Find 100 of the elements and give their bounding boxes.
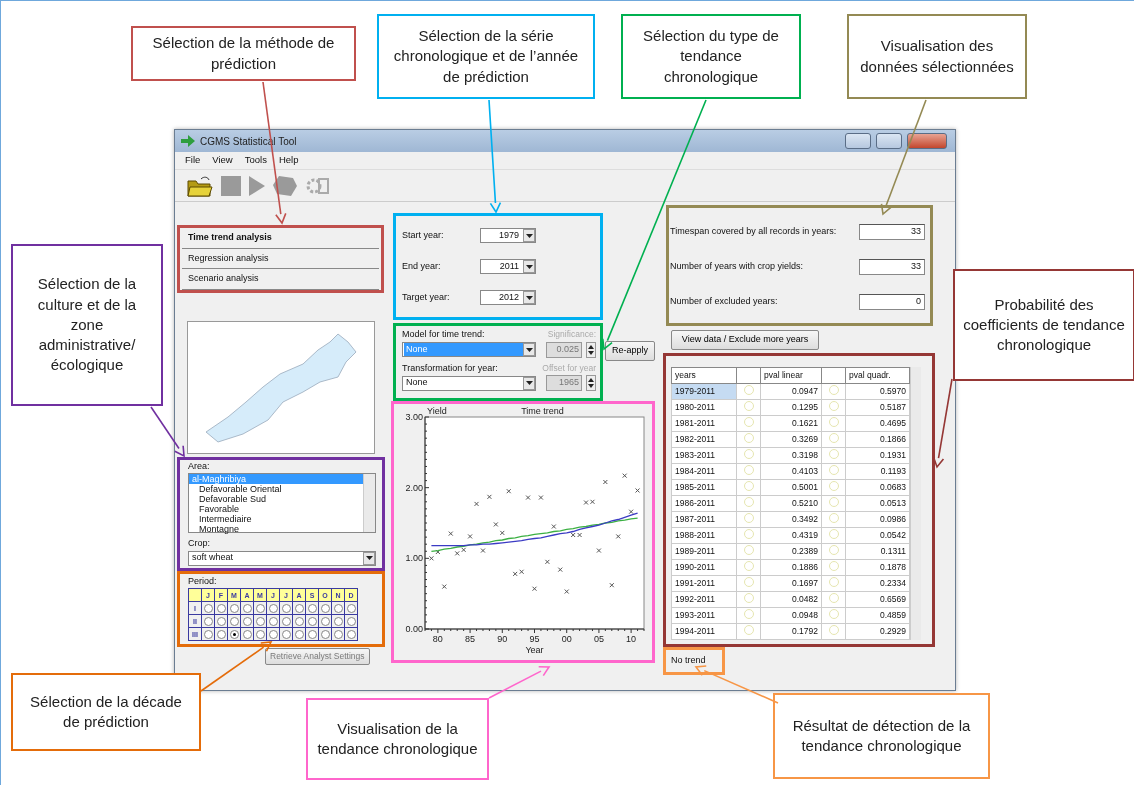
table-cell: 0.3198 bbox=[760, 447, 822, 464]
table-cell: 0.0683 bbox=[845, 479, 910, 496]
table-cell[interactable]: 1980-2011 bbox=[671, 399, 737, 416]
radio-button[interactable] bbox=[268, 604, 278, 614]
reapply-button[interactable]: Re-apply bbox=[605, 341, 656, 361]
radio-button[interactable] bbox=[203, 604, 213, 614]
radio-button[interactable] bbox=[268, 630, 278, 640]
radio-button[interactable] bbox=[255, 630, 265, 640]
table-cell[interactable]: 1987-2011 bbox=[671, 511, 737, 528]
radio-button[interactable] bbox=[320, 604, 330, 614]
menu-item[interactable]: Help bbox=[278, 153, 299, 168]
radio-button[interactable] bbox=[268, 617, 278, 627]
table-cell[interactable]: 1981-2011 bbox=[671, 415, 737, 432]
table-cell[interactable]: 1991-2011 bbox=[671, 575, 737, 592]
area-list-item[interactable]: Defavorable Oriental bbox=[189, 484, 363, 494]
table-cell[interactable]: 1989-2011 bbox=[671, 543, 737, 560]
data-point bbox=[480, 548, 486, 554]
area-list-item[interactable]: Defavorable Sud bbox=[189, 494, 363, 504]
radio-button[interactable] bbox=[281, 617, 291, 627]
scrollbar[interactable] bbox=[363, 474, 375, 532]
analysis-tab[interactable]: Scenario analysis bbox=[182, 269, 379, 290]
trend-dropdown[interactable]: None bbox=[402, 375, 536, 391]
data-point bbox=[538, 495, 544, 501]
area-list-item[interactable]: Favorable bbox=[189, 504, 363, 514]
stat-value-field: 33 bbox=[859, 258, 925, 275]
arrow-icon bbox=[181, 134, 195, 148]
menu-item[interactable]: Tools bbox=[244, 153, 267, 168]
analysis-tab[interactable]: Regression analysis bbox=[182, 248, 379, 269]
radio-button[interactable] bbox=[333, 617, 343, 627]
radio-button[interactable] bbox=[242, 617, 252, 627]
table-cell[interactable]: 1984-2011 bbox=[671, 463, 737, 480]
radio-button[interactable] bbox=[242, 604, 252, 614]
spinner-arrows-icon[interactable] bbox=[586, 375, 596, 391]
dropdown-value: None bbox=[406, 376, 428, 390]
radio-button[interactable] bbox=[320, 617, 330, 627]
radio-button[interactable] bbox=[203, 630, 213, 640]
radio-button[interactable] bbox=[216, 617, 226, 627]
radio-button[interactable] bbox=[216, 604, 226, 614]
table-cell[interactable]: 1983-2011 bbox=[671, 447, 737, 464]
radio-button[interactable] bbox=[307, 630, 317, 640]
radio-button[interactable] bbox=[307, 617, 317, 627]
view-data-button[interactable]: View data / Exclude more years bbox=[671, 330, 819, 350]
radio-button[interactable] bbox=[346, 604, 356, 614]
year-dropdown[interactable]: 2011 bbox=[480, 259, 536, 274]
analysis-tab[interactable]: Time trend analysis bbox=[182, 228, 379, 249]
table-cell[interactable]: 1990-2011 bbox=[671, 559, 737, 576]
area-list[interactable]: al-Maghribiya Defavorable Oriental Defavorable Sud Favorable Intermediaire Montagne bbox=[188, 473, 376, 533]
radio-button[interactable] bbox=[294, 604, 304, 614]
gear-icon[interactable] bbox=[305, 175, 329, 196]
radio-button[interactable] bbox=[346, 630, 356, 640]
radio-button[interactable] bbox=[203, 617, 213, 627]
hexagon-icon[interactable] bbox=[273, 175, 297, 196]
folder-icon[interactable] bbox=[187, 174, 213, 197]
radio-button[interactable] bbox=[320, 630, 330, 640]
close-button[interactable] bbox=[907, 133, 947, 149]
data-point bbox=[448, 531, 454, 537]
crop-dropdown[interactable]: soft wheat bbox=[188, 550, 376, 566]
radio-button[interactable] bbox=[229, 604, 239, 614]
data-point bbox=[609, 582, 615, 588]
year-dropdown[interactable]: 1979 bbox=[480, 228, 536, 243]
radio-button[interactable] bbox=[229, 617, 239, 627]
menu-item[interactable]: File bbox=[185, 153, 201, 168]
callout: Visualisation des données sélectionnées bbox=[847, 14, 1027, 99]
table-cell[interactable]: 1992-2011 bbox=[671, 591, 737, 608]
table-cell[interactable]: 1988-2011 bbox=[671, 527, 737, 544]
area-list-item[interactable]: Intermediaire bbox=[189, 514, 363, 524]
area-list-item[interactable]: Montagne bbox=[189, 524, 363, 534]
table-cell[interactable]: 1993-2011 bbox=[671, 607, 737, 624]
radio-button[interactable] bbox=[307, 604, 317, 614]
radio-button[interactable] bbox=[242, 630, 252, 640]
radio-button[interactable] bbox=[294, 617, 304, 627]
table-cell[interactable]: 1994-2011 bbox=[671, 623, 737, 640]
menu-item[interactable]: View bbox=[212, 153, 233, 168]
radio-button[interactable] bbox=[346, 617, 356, 627]
scrollbar[interactable] bbox=[910, 367, 921, 640]
data-point bbox=[628, 509, 634, 515]
table-cell[interactable]: 1982-2011 bbox=[671, 431, 737, 448]
radio-button[interactable] bbox=[229, 630, 239, 640]
table-cell[interactable]: 1985-2011 bbox=[671, 479, 737, 496]
minimize-button[interactable] bbox=[845, 133, 871, 149]
radio-button[interactable] bbox=[255, 617, 265, 627]
x-tick-label: 05 bbox=[593, 634, 604, 644]
square-icon[interactable] bbox=[221, 175, 241, 196]
triangle-icon[interactable] bbox=[249, 175, 265, 196]
data-point bbox=[622, 473, 628, 479]
data-point bbox=[474, 501, 480, 507]
spinner-arrows-icon[interactable] bbox=[586, 341, 596, 358]
radio-button[interactable] bbox=[216, 630, 226, 640]
table-cell[interactable]: 1986-2011 bbox=[671, 495, 737, 512]
year-value: 1979 bbox=[498, 228, 519, 242]
radio-button[interactable] bbox=[255, 604, 265, 614]
data-point bbox=[602, 479, 608, 485]
radio-button[interactable] bbox=[333, 604, 343, 614]
radio-button[interactable] bbox=[333, 630, 343, 640]
radio-button[interactable] bbox=[281, 630, 291, 640]
radio-button[interactable] bbox=[294, 630, 304, 640]
radio-button[interactable] bbox=[281, 604, 291, 614]
maximize-button[interactable] bbox=[876, 133, 902, 149]
year-dropdown[interactable]: 2012 bbox=[480, 290, 536, 305]
data-point bbox=[506, 488, 512, 494]
